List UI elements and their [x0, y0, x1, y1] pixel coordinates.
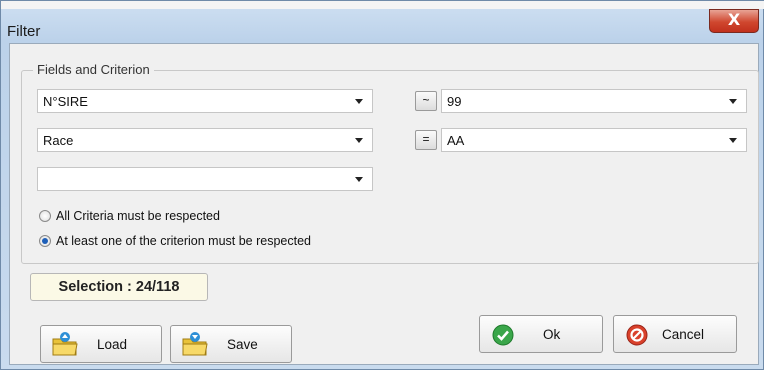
radio-button-any[interactable]	[39, 235, 51, 247]
operator-button-2[interactable]: =	[415, 130, 437, 150]
chevron-down-icon	[729, 138, 737, 143]
radio-any-label: At least one of the criterion must be re…	[56, 234, 311, 248]
chevron-down-icon	[355, 99, 363, 104]
field-select-2[interactable]: Race	[37, 128, 373, 152]
folder-load-icon	[52, 332, 78, 356]
radio-button-all[interactable]	[39, 210, 51, 222]
background-window-strip	[1, 1, 764, 9]
chevron-down-icon	[355, 138, 363, 143]
ok-label: Ok	[543, 327, 561, 342]
cancel-label: Cancel	[662, 327, 705, 342]
operator-button-1[interactable]: ~	[415, 91, 437, 111]
filter-dialog: Filter X Fields and Criterion N°SIRE ~ 9…	[0, 0, 764, 370]
load-label: Load	[97, 337, 128, 352]
cancel-button[interactable]: Cancel	[613, 315, 737, 353]
field-select-1-value: N°SIRE	[43, 94, 88, 109]
load-button[interactable]: Load	[40, 325, 162, 363]
chevron-down-icon	[729, 99, 737, 104]
field-select-1[interactable]: N°SIRE	[37, 89, 373, 113]
window-title: Filter	[7, 23, 41, 40]
field-select-2-value: Race	[43, 133, 74, 148]
field-select-3[interactable]	[37, 167, 373, 191]
folder-save-icon	[182, 332, 208, 356]
value-select-1[interactable]: 99	[441, 89, 747, 113]
radio-all-label: All Criteria must be respected	[56, 209, 220, 223]
save-button[interactable]: Save	[170, 325, 292, 363]
chevron-down-icon	[355, 177, 363, 182]
close-button[interactable]: X	[709, 9, 759, 33]
value-select-2-value: AA	[447, 133, 465, 148]
save-label: Save	[227, 337, 258, 352]
selection-count: Selection : 24/118	[30, 273, 208, 301]
check-circle-icon	[492, 324, 514, 346]
forbidden-icon	[626, 324, 648, 346]
criteria-group-legend: Fields and Criterion	[33, 62, 154, 77]
ok-button[interactable]: Ok	[479, 315, 603, 353]
value-select-1-value: 99	[447, 94, 462, 109]
value-select-2[interactable]: AA	[441, 128, 747, 152]
